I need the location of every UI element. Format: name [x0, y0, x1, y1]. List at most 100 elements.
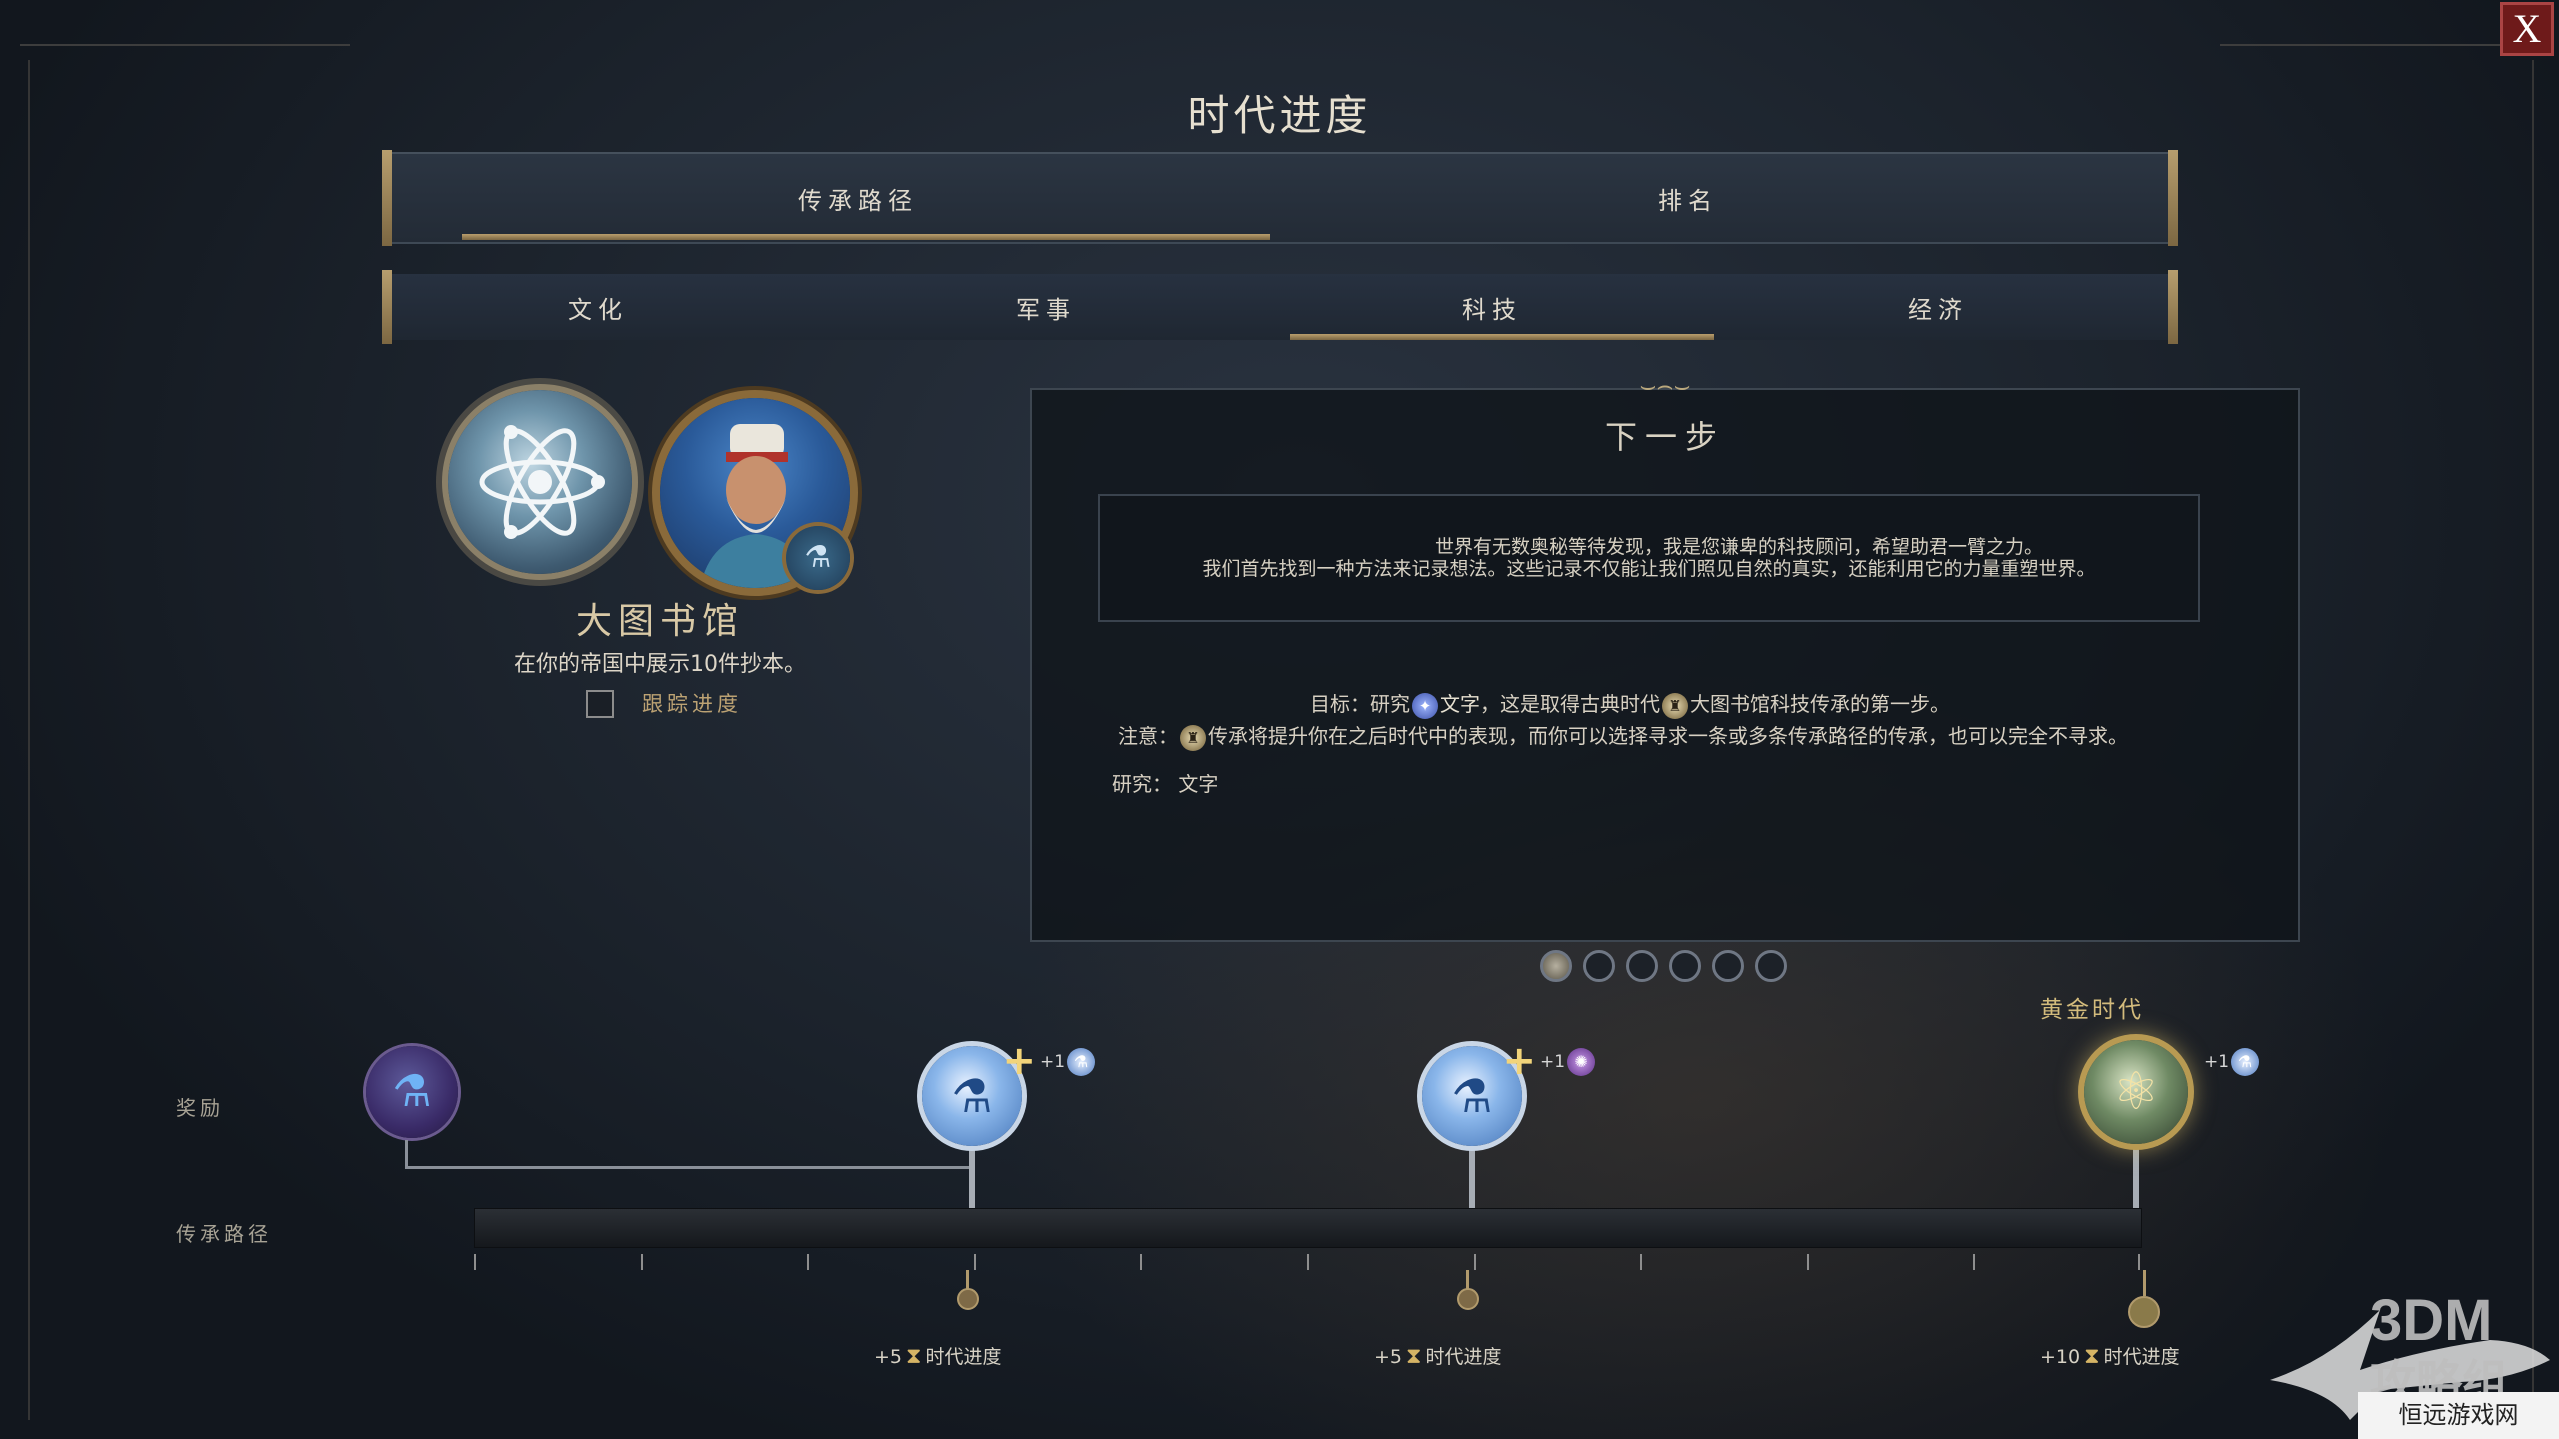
progress-tick: [1307, 1254, 1309, 1270]
sub-tab-cap-left: [382, 270, 392, 344]
frame-right: [2532, 60, 2534, 1420]
goal-wonder: 大图书馆科技传承的第一步。: [1690, 692, 1950, 716]
close-button[interactable]: X: [2500, 2, 2554, 56]
bonus-3: +1 ⚗: [2204, 1048, 2260, 1076]
page-dot-5[interactable]: [1712, 950, 1744, 982]
legacy-icon: ♜: [1180, 724, 1206, 751]
main-tab-bar: 传承路径 排名: [382, 150, 2178, 246]
science-atom-emblem-icon: [448, 390, 632, 574]
tab-military[interactable]: 军事: [896, 274, 1196, 340]
era-progress-2-label: 时代进度: [1425, 1346, 1502, 1368]
quote-line-2: 我们首先找到一种方法来记录想法。这些记录不仅能让我们照见自然的真实，还能利用它的…: [1202, 558, 2096, 580]
progress-tick: [807, 1254, 809, 1270]
hourglass-icon: ⧗: [1406, 1344, 1422, 1369]
connector: [969, 1146, 975, 1208]
tab-economy[interactable]: 经济: [1788, 274, 2088, 340]
era-progress-1: +5 ⧗ 时代进度: [874, 1342, 1001, 1369]
active-sub-tab-underline: [1290, 334, 1714, 340]
research-line: 研究： 文字: [1112, 768, 1218, 797]
legacy-path-label: 传承路径: [176, 1222, 272, 1246]
goal-mid: ，这是取得古典时代: [1480, 692, 1660, 716]
era-progress-2: +5 ⧗ 时代进度: [1374, 1342, 1501, 1369]
progress-tick: [1807, 1254, 1809, 1270]
page-title: 时代进度: [1187, 91, 1372, 140]
note-prefix: 注意：: [1118, 724, 1178, 748]
golden-age-label: 黄金时代: [2040, 997, 2144, 1023]
track-progress-checkbox[interactable]: [586, 690, 614, 718]
bonus-1-text: +1: [1040, 1052, 1066, 1072]
era-progress-3-amount: +10: [2040, 1346, 2081, 1368]
research-label: 研究：: [1112, 772, 1172, 796]
era-progress-1-amount: +5: [874, 1346, 903, 1368]
next-step-panel: [1030, 388, 2300, 942]
progress-tick: [1640, 1254, 1642, 1270]
tab-science[interactable]: 科技: [1342, 274, 1642, 340]
watermark-site: 恒远游戏网: [2358, 1392, 2559, 1439]
quote-line-1: 世界有无数奥秘等待发现，我是您谦卑的科技顾问，希望助君一臂之力。: [1434, 536, 2043, 558]
era-progress-3: +10 ⧗ 时代进度: [2040, 1342, 2180, 1369]
flask-icon: ⚗: [786, 526, 850, 590]
page-dot-2[interactable]: [1583, 950, 1615, 982]
goal-tech[interactable]: 文字: [1440, 692, 1480, 716]
reward-science-node-2[interactable]: ⚗ +: [1422, 1038, 1536, 1146]
page-dot-4[interactable]: [1669, 950, 1701, 982]
wonder-name: 大图书馆: [575, 601, 744, 642]
connector: [1469, 1146, 1475, 1208]
tab-ranking[interactable]: 排名: [1288, 154, 2088, 242]
progress-tick: [1140, 1254, 1142, 1270]
progress-tick: [974, 1254, 976, 1270]
science-icon: ⚗: [2231, 1048, 2260, 1076]
hourglass-icon: ⧗: [906, 1344, 922, 1369]
watermark-brand: 3DM: [2370, 1288, 2492, 1353]
progress-tick: [1474, 1254, 1476, 1270]
goal-prefix: 目标：研究: [1310, 692, 1410, 716]
page-dot-1[interactable]: [1540, 950, 1572, 982]
science-icon: ⚗: [1067, 1048, 1096, 1076]
bonus-2: +1 ✺: [1540, 1048, 1596, 1076]
research-value: 文字: [1178, 772, 1219, 796]
progress-tick: [474, 1254, 476, 1270]
connector: [405, 1166, 975, 1169]
reward-science-flask-icon[interactable]: ⚗: [366, 1046, 458, 1138]
active-tab-underline: [462, 234, 1270, 240]
connector: [405, 1140, 408, 1168]
tab-bar-cap-left: [382, 150, 392, 246]
reward-science-node-1[interactable]: ⚗ +: [922, 1038, 1036, 1146]
note-line: 注意： ♜ 传承将提升你在之后时代中的表现，而你可以选择寻求一条或多条传承路径的传承…: [1118, 720, 2128, 751]
progress-tick: [641, 1254, 643, 1270]
connector: [2133, 1146, 2139, 1208]
next-step-title: 下一步: [1604, 418, 1725, 456]
tab-legacy-path[interactable]: 传承路径: [458, 154, 1258, 242]
milestone-pin: [957, 1288, 979, 1310]
era-progress-3-label: 时代进度: [2103, 1346, 2180, 1368]
advisor-quote: 世界有无数奥秘等待发现，我是您谦卑的科技顾问，希望助君一臂之力。 我们首先找到一…: [1098, 494, 2200, 622]
tab-culture[interactable]: 文化: [448, 274, 748, 340]
frame-top-left: [20, 44, 350, 46]
page-dot-6[interactable]: [1755, 950, 1787, 982]
bonus-1: +1 ⚗: [1040, 1048, 1096, 1076]
progress-tick: [2138, 1254, 2140, 1270]
page-dot-3[interactable]: [1626, 950, 1658, 982]
milestone-star-icon: [2128, 1296, 2160, 1328]
hourglass-icon: ⧗: [2084, 1344, 2100, 1369]
era-progress-2-amount: +5: [1374, 1346, 1403, 1368]
wonder-icon: ♜: [1662, 692, 1688, 719]
plus-icon: +: [1002, 1038, 1036, 1084]
rewards-label: 奖励: [176, 1096, 224, 1120]
progress-tick: [1973, 1254, 1975, 1270]
sub-tab-cap-right: [2168, 270, 2178, 344]
track-progress-label[interactable]: 跟踪进度: [642, 690, 742, 718]
ornament-icon: ⌣⌢⌣: [1639, 371, 1691, 401]
category-tab-bar: 文化 军事 科技 经济: [382, 270, 2178, 344]
note-text: 传承将提升你在之后时代中的表现，而你可以选择寻求一条或多条传承路径的传承，也可以…: [1208, 724, 2128, 748]
great-person-icon: ✺: [1567, 1048, 1596, 1076]
milestone-pin: [1457, 1288, 1479, 1310]
tab-bar-cap-right: [2168, 150, 2178, 246]
goal-line: 目标：研究 ✦ 文字，这是取得古典时代 ♜ 大图书馆科技传承的第一步。: [1310, 688, 1950, 719]
bonus-2-text: +1: [1540, 1052, 1566, 1072]
golden-age-atom-icon[interactable]: ⚛: [2084, 1040, 2188, 1144]
tech-writing-icon: ✦: [1412, 692, 1438, 719]
frame-left: [28, 60, 30, 1420]
milestone-stem: [2143, 1270, 2146, 1296]
bonus-3-text: +1: [2204, 1052, 2230, 1072]
